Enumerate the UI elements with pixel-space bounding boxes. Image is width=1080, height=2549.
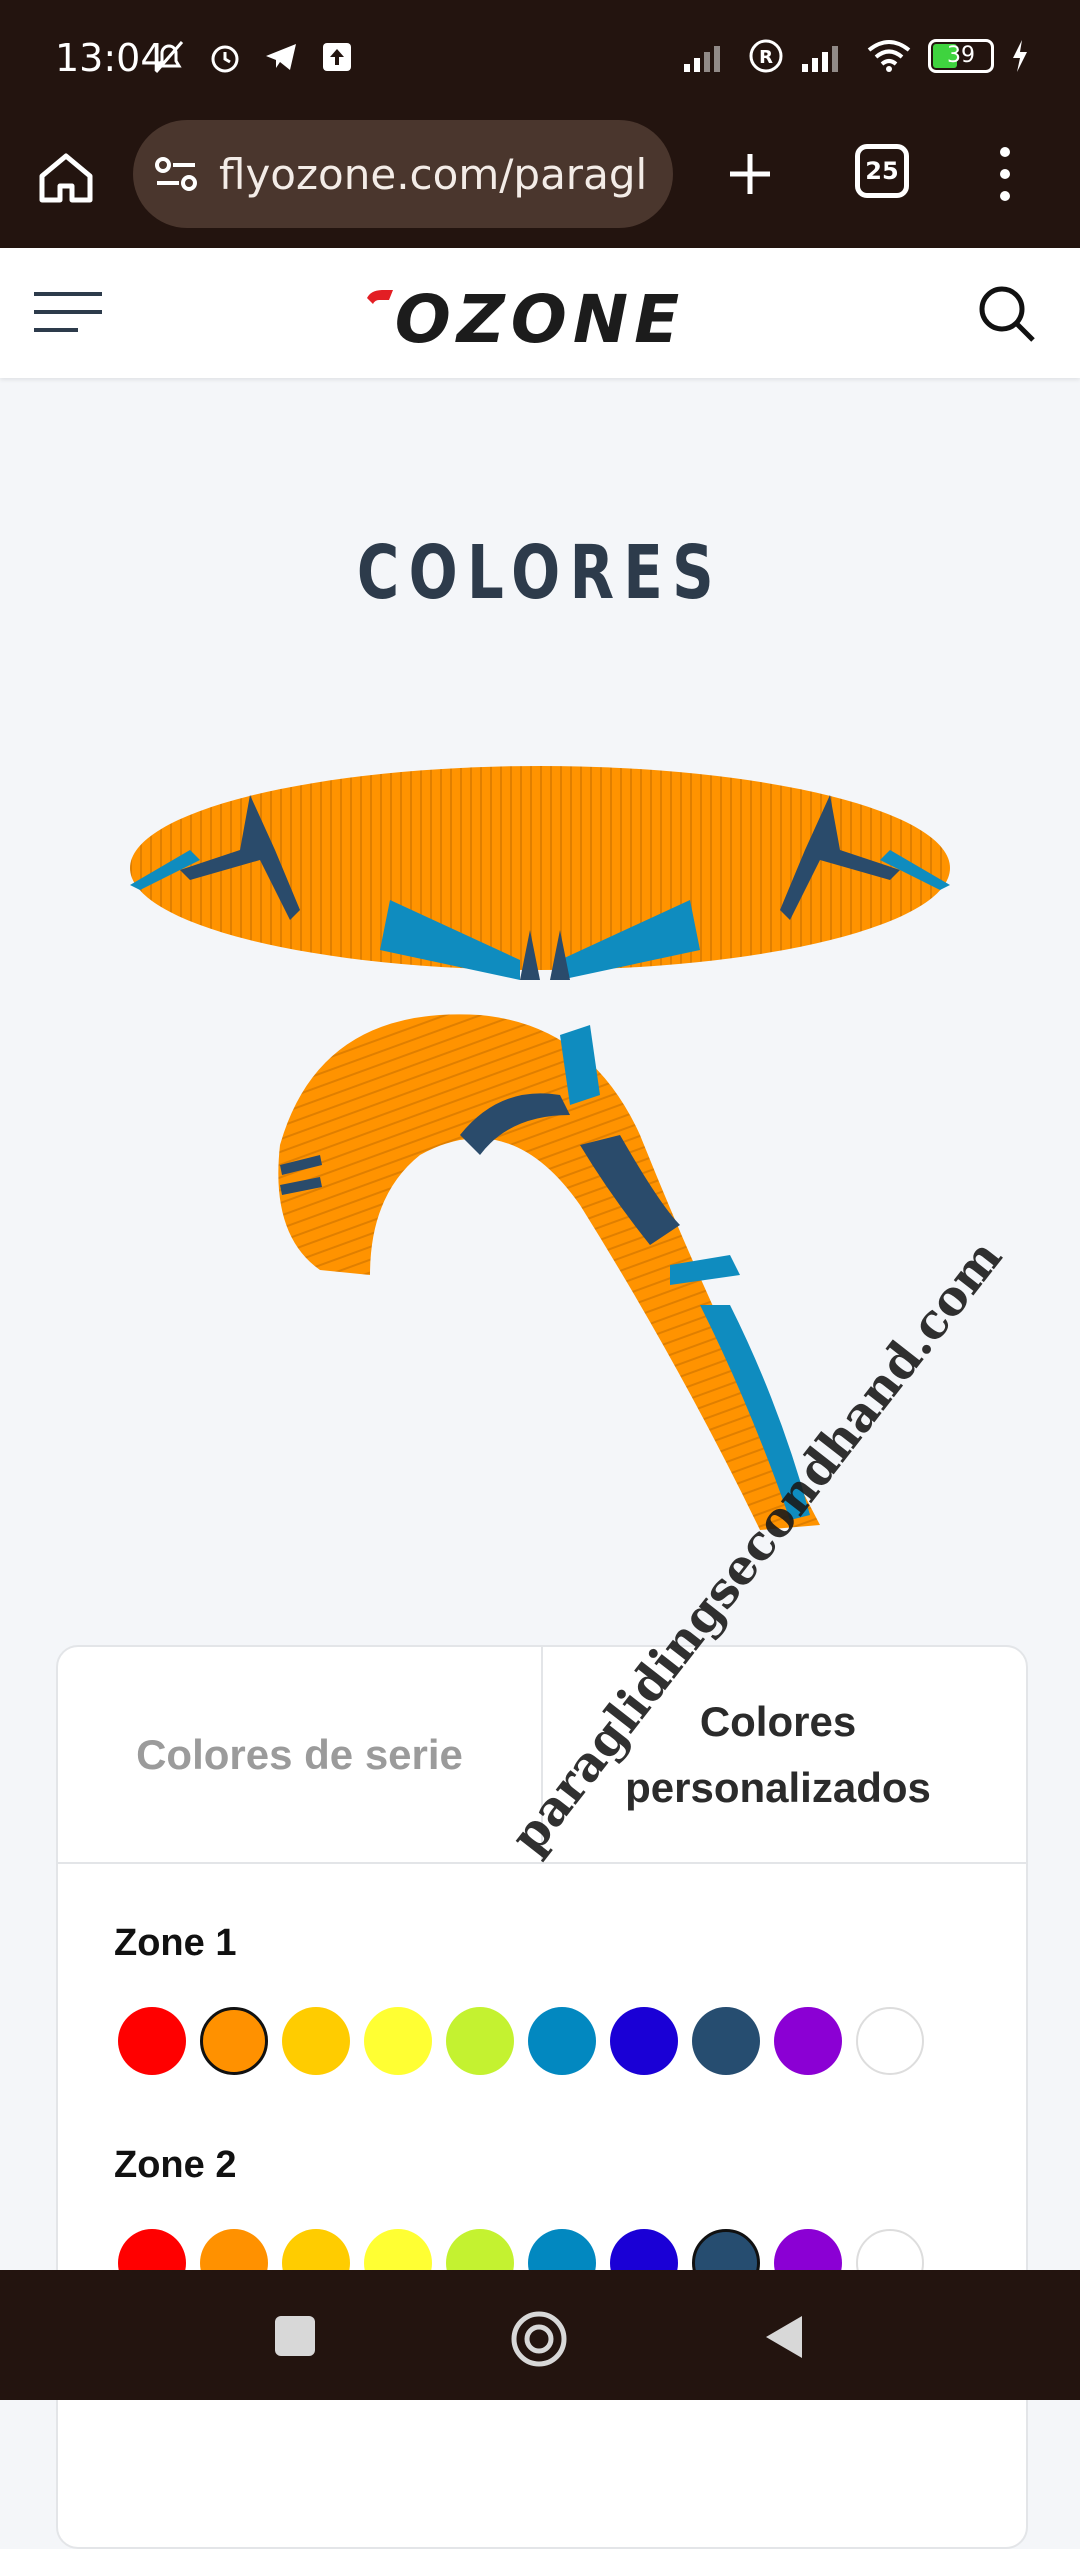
- site-header: OZONE: [0, 248, 1080, 378]
- home-icon[interactable]: [34, 146, 98, 210]
- signal-2-icon: [802, 46, 838, 72]
- more-options-icon[interactable]: [990, 142, 1020, 206]
- system-navigation-bar: [0, 2270, 1080, 2400]
- color-swatch[interactable]: [528, 2007, 596, 2075]
- roaming-icon: R: [749, 39, 783, 73]
- zone-2-label: Zone 2: [114, 2144, 237, 2186]
- paraglider-top-view-image: [130, 766, 950, 980]
- hamburger-menu-icon[interactable]: [32, 288, 104, 338]
- zone-1-label: Zone 1: [114, 1922, 237, 1964]
- color-swatch[interactable]: [692, 2007, 760, 2075]
- paraglider-side-view-image: [278, 1014, 820, 1530]
- signal-icon: [684, 46, 720, 72]
- color-swatch[interactable]: [856, 2007, 924, 2075]
- recent-apps-icon[interactable]: [275, 2316, 315, 2356]
- system-icons: R 39: [682, 38, 1030, 74]
- battery-level: 39: [947, 43, 975, 68]
- page-title: COLORES: [356, 530, 724, 616]
- logo-text: OZONE: [395, 281, 685, 352]
- new-tab-icon[interactable]: [718, 142, 782, 206]
- svg-text:R: R: [759, 47, 773, 68]
- tab-switcher-button[interactable]: 25: [855, 144, 909, 198]
- color-swatch[interactable]: [446, 2007, 514, 2075]
- site-settings-icon[interactable]: [153, 154, 201, 194]
- color-swatch[interactable]: [774, 2007, 842, 2075]
- address-bar[interactable]: flyozone.com/paraglic: [133, 120, 673, 228]
- bell-off-icon: [154, 41, 184, 73]
- color-swatch[interactable]: [200, 2007, 268, 2075]
- tab-colores-de-serie[interactable]: Colores de serie: [58, 1647, 543, 1862]
- color-swatch[interactable]: [118, 2007, 186, 2075]
- color-swatch[interactable]: [364, 2007, 432, 2075]
- search-icon[interactable]: [975, 282, 1039, 346]
- back-icon[interactable]: [760, 2312, 810, 2362]
- notification-icons: [150, 38, 356, 76]
- home-circle-icon[interactable]: [510, 2310, 568, 2368]
- upload-icon: [323, 43, 351, 71]
- color-swatch[interactable]: [282, 2007, 350, 2075]
- browser-toolbar: flyozone.com/paraglic 25: [0, 120, 1080, 248]
- ozone-logo-mark: OZONE: [367, 281, 685, 358]
- status-time: 13:04: [55, 36, 165, 80]
- color-swatch[interactable]: [610, 2007, 678, 2075]
- telegram-icon: [266, 44, 296, 70]
- url-text: flyozone.com/paraglic: [219, 149, 649, 199]
- battery-icon: 39: [928, 39, 994, 73]
- alarm-icon: [211, 45, 239, 73]
- ozone-logo[interactable]: OZONE: [345, 280, 735, 358]
- zone-1-swatches: [118, 2007, 924, 2075]
- charging-icon: [1013, 40, 1027, 72]
- status-bar: 13:04 R 39: [0, 0, 1080, 120]
- wifi-icon: [867, 40, 911, 72]
